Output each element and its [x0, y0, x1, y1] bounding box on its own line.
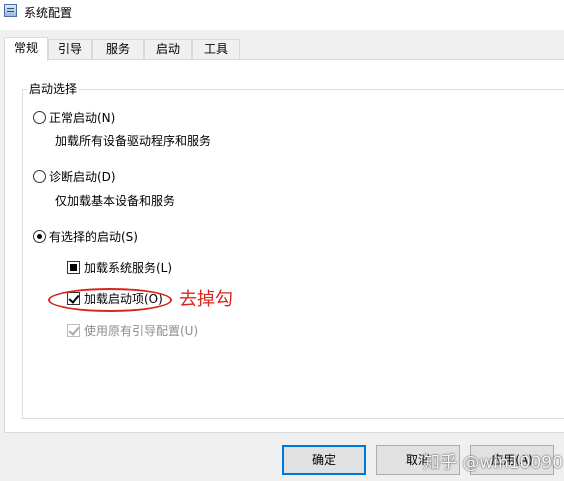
selective-startup-radio[interactable] [33, 230, 46, 243]
load-startup-items-label[interactable]: 加载启动项(O) [84, 290, 163, 307]
startup-selection-title: 启动选择 [27, 80, 80, 97]
ok-button[interactable]: 确定 [282, 445, 366, 475]
diagnostic-startup-desc: 仅加载基本设备和服务 [55, 194, 176, 208]
title-bar: 系统配置 [0, 0, 564, 30]
load-system-services-label[interactable]: 加载系统服务(L) [84, 259, 172, 276]
diagnostic-startup-radio[interactable] [33, 170, 46, 183]
annotation-text: 去掉勾 [179, 289, 233, 310]
general-tab-panel: 启动选择 正常启动(N) 加载所有设备驱动程序和服务 诊断启动(D) 仅加载基本… [4, 59, 564, 433]
load-system-services-checkbox[interactable] [67, 261, 80, 274]
cancel-button[interactable]: 取消 [376, 445, 460, 475]
tab-startup[interactable]: 启动 [144, 39, 192, 60]
tab-general[interactable]: 常规 [4, 37, 48, 61]
window-title: 系统配置 [24, 6, 73, 20]
selective-startup-label[interactable]: 有选择的启动(S) [49, 228, 138, 245]
load-startup-items-checkbox[interactable] [67, 292, 80, 305]
tab-services[interactable]: 服务 [92, 39, 144, 60]
diagnostic-startup-label[interactable]: 诊断启动(D) [49, 168, 116, 185]
normal-startup-radio[interactable] [33, 111, 46, 124]
tab-boot[interactable]: 引导 [48, 39, 92, 60]
msconfig-app-icon [4, 4, 17, 17]
tab-tools[interactable]: 工具 [192, 39, 240, 60]
use-original-boot-config-label: 使用原有引导配置(U) [84, 324, 199, 338]
normal-startup-desc: 加载所有设备驱动程序和服务 [55, 134, 212, 148]
normal-startup-label[interactable]: 正常启动(N) [49, 109, 115, 126]
apply-button[interactable]: 应用(A) [470, 445, 554, 475]
use-original-boot-config-checkbox [67, 324, 80, 337]
